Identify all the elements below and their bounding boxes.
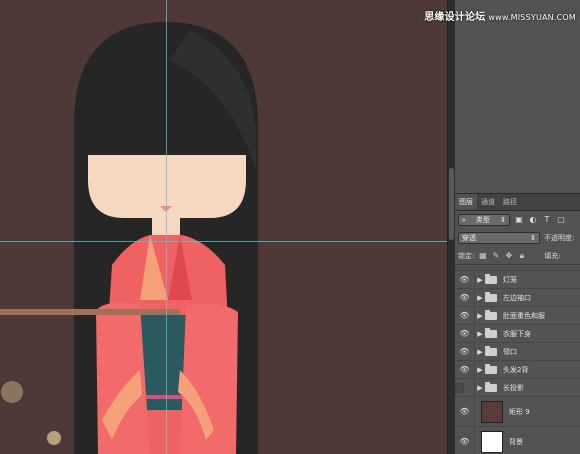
layer-filter-row: ⌕ 类型 ⇕ ▣ ◐ T ▢ bbox=[455, 211, 580, 229]
folder-icon bbox=[485, 327, 497, 338]
layer-name: 肚面重色和服 bbox=[503, 311, 545, 320]
layer-row[interactable]: 👁︎ 背景 bbox=[455, 427, 580, 454]
layer-row[interactable]: 👁︎ ▶ 长投影 bbox=[455, 379, 580, 397]
layer-row[interactable]: 👁︎ ▶ 左边袖口 bbox=[455, 289, 580, 307]
vertical-guide[interactable] bbox=[166, 0, 167, 454]
image-filter-icon[interactable]: ▣ bbox=[514, 215, 524, 225]
layer-name: 矩形 9 bbox=[509, 407, 530, 416]
layer-thumbnail bbox=[481, 400, 503, 423]
layer-row[interactable]: 👁︎ ▶ 头发2背 bbox=[455, 361, 580, 379]
folder-icon bbox=[485, 363, 497, 374]
eye-icon[interactable]: 👁︎ bbox=[455, 271, 475, 288]
disclosure-arrow-icon[interactable]: ▶ bbox=[475, 276, 485, 284]
layer-row[interactable]: 👁︎ ▶ 衣服下身 bbox=[455, 325, 580, 343]
eye-hidden-icon[interactable]: 👁︎ bbox=[455, 379, 475, 396]
layer-thumbnail bbox=[481, 430, 503, 453]
blend-mode-select[interactable]: 穿透 ⇕ bbox=[458, 232, 540, 244]
chevron-down-icon: ⇕ bbox=[500, 216, 506, 224]
shape-filter-icon[interactable]: ▢ bbox=[556, 215, 566, 225]
disclosure-arrow-icon[interactable]: ▶ bbox=[475, 348, 485, 356]
disclosure-arrow-icon[interactable]: ▶ bbox=[475, 294, 485, 302]
lock-row: 锁定: ▦ ✎ ✥ 🔒︎ 填充: bbox=[455, 247, 580, 265]
lock-all-icon[interactable]: 🔒︎ bbox=[517, 251, 526, 260]
layer-name: 灯笼 bbox=[503, 275, 517, 284]
watermark-site: www.MISSYUAN.COM bbox=[488, 13, 576, 22]
layers-panel: 图层 通道 路径 ⌕ 类型 ⇕ ▣ ◐ T ▢ 穿透 ⇕ 不透明度: 锁定: ▦… bbox=[455, 193, 580, 454]
fill-label: 填充: bbox=[544, 251, 561, 260]
lock-label: 锁定: bbox=[458, 251, 475, 260]
decor-circle-small bbox=[47, 431, 61, 445]
disclosure-arrow-icon[interactable]: ▶ bbox=[475, 366, 485, 374]
tab-paths[interactable]: 路径 bbox=[499, 194, 521, 210]
lock-move-icon[interactable]: ✥ bbox=[504, 251, 513, 260]
chevron-down-icon: ⇕ bbox=[530, 234, 536, 242]
horizontal-guide[interactable] bbox=[0, 241, 447, 242]
layer-name: 背景 bbox=[509, 437, 523, 446]
tab-channels[interactable]: 通道 bbox=[477, 194, 499, 210]
eye-icon[interactable]: 👁︎ bbox=[455, 289, 475, 306]
layer-row[interactable]: 👁︎ ▶ 领口 bbox=[455, 343, 580, 361]
layer-row[interactable]: 👁︎ ▶ 肚面重色和服 bbox=[455, 307, 580, 325]
lock-transparent-icon[interactable]: ▦ bbox=[478, 251, 487, 260]
tab-layers[interactable]: 图层 bbox=[455, 194, 477, 210]
search-icon: ⌕ bbox=[462, 215, 466, 224]
watermark: 思缘设计论坛 www.MISSYUAN.COM bbox=[424, 8, 576, 23]
eye-icon[interactable]: 👁︎ bbox=[455, 397, 475, 426]
layer-name: 长投影 bbox=[503, 383, 524, 392]
folder-icon bbox=[485, 291, 497, 302]
decor-circle-large bbox=[1, 381, 23, 403]
folder-icon bbox=[485, 309, 497, 320]
folder-icon bbox=[485, 381, 497, 392]
canvas-scrollbar[interactable] bbox=[447, 0, 455, 454]
type-filter-icon[interactable]: T bbox=[542, 215, 552, 225]
artwork-illustration bbox=[0, 22, 258, 454]
scrollbar-thumb[interactable] bbox=[449, 168, 454, 240]
blend-mode-value: 穿透 bbox=[462, 234, 476, 242]
eye-icon[interactable]: 👁︎ bbox=[455, 307, 475, 324]
eye-icon[interactable]: 👁︎ bbox=[455, 343, 475, 360]
eye-icon[interactable]: 👁︎ bbox=[455, 361, 475, 378]
filter-label: 类型 bbox=[476, 216, 491, 224]
watermark-text: 思缘设计论坛 bbox=[424, 12, 486, 23]
layer-name: 头发2背 bbox=[503, 365, 529, 374]
document-canvas[interactable] bbox=[0, 0, 447, 454]
eye-icon[interactable]: 👁︎ bbox=[455, 325, 475, 342]
opacity-label: 不透明度: bbox=[544, 234, 575, 242]
blend-row: 穿透 ⇕ 不透明度: bbox=[455, 229, 580, 247]
layer-row[interactable]: 👁︎ 矩形 9 bbox=[455, 397, 580, 427]
eye-icon[interactable]: 👁︎ bbox=[455, 427, 475, 454]
layer-name: 衣服下身 bbox=[503, 329, 531, 338]
lantern-pole bbox=[0, 309, 180, 315]
lock-brush-icon[interactable]: ✎ bbox=[491, 251, 500, 260]
disclosure-arrow-icon[interactable]: ▶ bbox=[475, 330, 485, 338]
layer-name: 左边袖口 bbox=[503, 293, 531, 302]
layer-list: 👁︎ ▶ 灯笼 👁︎ ▶ 左边袖口 👁︎ ▶ 肚面重色和服 👁︎ ▶ 衣服下身 … bbox=[455, 265, 580, 454]
panel-tabs: 图层 通道 路径 bbox=[455, 194, 580, 211]
layer-row[interactable]: 👁︎ ▶ 灯笼 bbox=[455, 271, 580, 289]
adjustment-filter-icon[interactable]: ◐ bbox=[528, 215, 538, 225]
disclosure-arrow-icon[interactable]: ▶ bbox=[475, 312, 485, 320]
layer-filter-select[interactable]: ⌕ 类型 ⇕ bbox=[458, 214, 510, 226]
folder-icon bbox=[485, 345, 497, 356]
disclosure-arrow-icon[interactable]: ▶ bbox=[475, 384, 485, 392]
layer-name: 领口 bbox=[503, 347, 517, 356]
folder-icon bbox=[485, 273, 497, 284]
